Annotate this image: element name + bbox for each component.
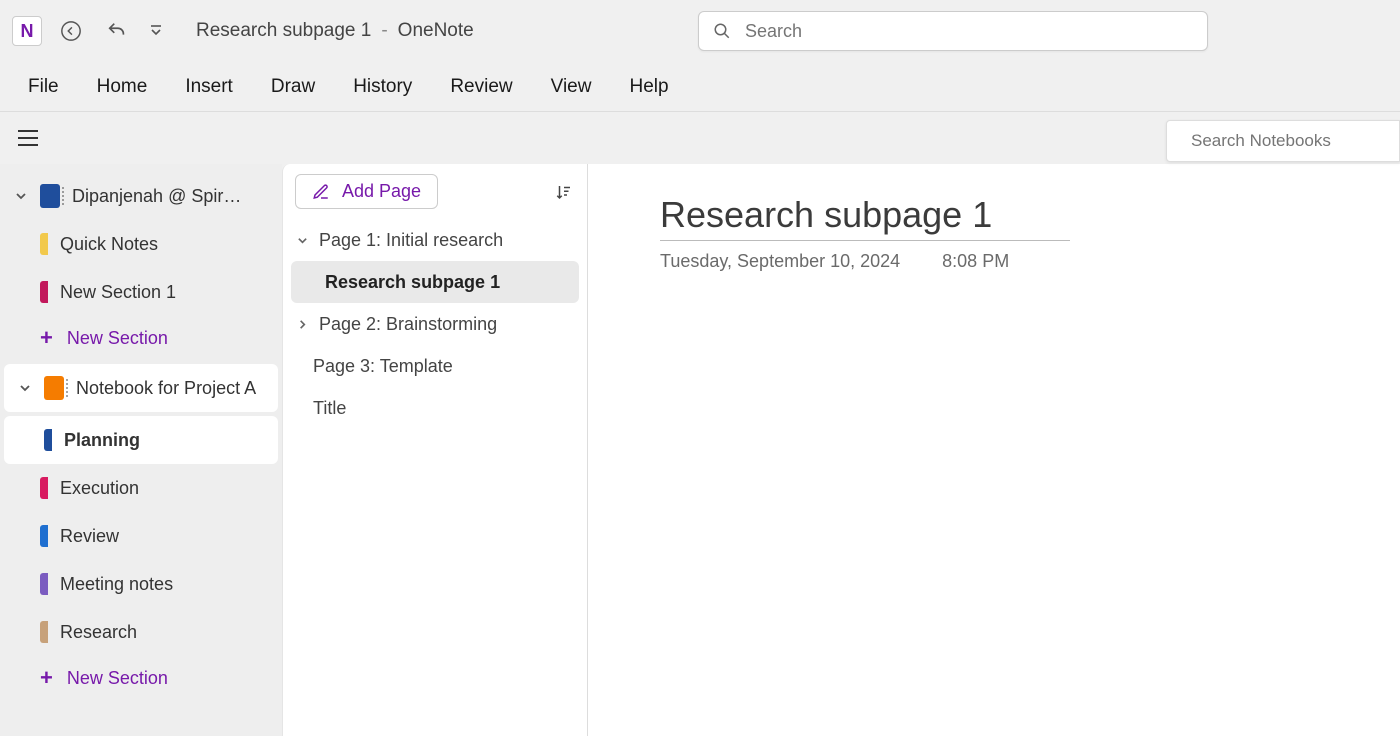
section-row-research[interactable]: Research <box>0 608 282 656</box>
new-section-label: New Section <box>67 668 168 689</box>
section-color-tab <box>44 429 52 451</box>
notebook-name: Notebook for Project A <box>76 378 256 399</box>
page-metadata: Tuesday, September 10, 2024 8:08 PM <box>660 251 1400 272</box>
title-bar: N Research subpage 1 - OneNote <box>0 0 1400 62</box>
section-name: Quick Notes <box>60 234 158 255</box>
app-name: OneNote <box>398 20 474 42</box>
section-name: Research <box>60 622 137 643</box>
page-label: Title <box>313 398 346 419</box>
page-list-panel: Add Page Page 1: Initial research Resear… <box>282 164 588 736</box>
main-area: Dipanjenah @ Spiral... Quick Notes New S… <box>0 164 1400 736</box>
section-row-execution[interactable]: Execution <box>0 464 282 512</box>
search-notebooks-box[interactable] <box>1166 120 1400 162</box>
chevron-right-icon <box>297 319 311 330</box>
document-title: Research subpage 1 <box>196 20 371 42</box>
section-color-tab <box>40 477 48 499</box>
page-label: Research subpage 1 <box>325 272 500 293</box>
edit-icon <box>312 183 330 201</box>
notebook-row[interactable]: Notebook for Project A <box>4 364 278 412</box>
title-separator: - <box>381 20 387 42</box>
customize-quick-access-button[interactable] <box>146 14 166 48</box>
undo-icon <box>106 20 128 42</box>
section-name: Planning <box>64 430 140 451</box>
section-color-tab <box>40 573 48 595</box>
page-item[interactable]: Page 3: Template <box>291 345 579 387</box>
section-name: Review <box>60 526 119 547</box>
arrow-left-icon <box>60 20 82 42</box>
notebook-icon <box>44 376 64 400</box>
section-row-meeting-notes[interactable]: Meeting notes <box>0 560 282 608</box>
ribbon-tab-insert[interactable]: Insert <box>185 76 233 98</box>
window-title: Research subpage 1 - OneNote <box>196 20 474 42</box>
ribbon-tab-review[interactable]: Review <box>450 76 512 98</box>
plus-icon: + <box>40 325 53 351</box>
notebook-row[interactable]: Dipanjenah @ Spiral... <box>0 172 282 220</box>
add-page-button[interactable]: Add Page <box>295 174 438 209</box>
page-item[interactable]: Page 1: Initial research <box>291 219 579 261</box>
section-color-tab <box>40 525 48 547</box>
section-row-quick-notes[interactable]: Quick Notes <box>0 220 282 268</box>
app-icon: N <box>12 16 42 46</box>
section-row-planning[interactable]: Planning <box>4 416 278 464</box>
sort-icon <box>555 183 573 201</box>
section-name: Execution <box>60 478 139 499</box>
page-item[interactable]: Research subpage 1 <box>291 261 579 303</box>
ribbon-tab-file[interactable]: File <box>28 76 59 98</box>
section-name: New Section 1 <box>60 282 176 303</box>
notebook-sidebar: Dipanjenah @ Spiral... Quick Notes New S… <box>0 164 282 736</box>
page-label: Page 2: Brainstorming <box>319 314 497 335</box>
search-notebooks-input[interactable] <box>1191 131 1400 151</box>
page-label: Page 3: Template <box>313 356 453 377</box>
ribbon-tab-home[interactable]: Home <box>97 76 148 98</box>
section-color-tab <box>40 233 48 255</box>
ribbon-tab-view[interactable]: View <box>551 76 592 98</box>
section-color-tab <box>40 621 48 643</box>
page-title[interactable]: Research subpage 1 <box>660 194 1070 241</box>
global-search-box[interactable] <box>698 11 1208 51</box>
undo-button[interactable] <box>100 14 134 48</box>
section-color-tab <box>40 281 48 303</box>
sub-toolbar <box>0 112 1400 164</box>
hamburger-icon <box>18 130 38 132</box>
notebook-name: Dipanjenah @ Spiral... <box>72 186 242 207</box>
back-button[interactable] <box>54 14 88 48</box>
page-label: Page 1: Initial research <box>319 230 503 251</box>
add-page-label: Add Page <box>342 181 421 202</box>
page-editor[interactable]: Research subpage 1 Tuesday, September 10… <box>588 164 1400 736</box>
page-time: 8:08 PM <box>942 251 1009 272</box>
chevron-down-icon <box>14 190 28 202</box>
chevron-down-icon <box>18 382 32 394</box>
section-name: Meeting notes <box>60 574 173 595</box>
sort-pages-button[interactable] <box>555 183 573 201</box>
plus-icon: + <box>40 665 53 691</box>
global-search-input[interactable] <box>745 21 1193 42</box>
page-item[interactable]: Page 2: Brainstorming <box>291 303 579 345</box>
new-section-button[interactable]: + New Section <box>0 656 282 700</box>
ribbon-tab-help[interactable]: Help <box>629 76 668 98</box>
search-icon <box>713 22 731 40</box>
page-date: Tuesday, September 10, 2024 <box>660 251 900 272</box>
new-section-button[interactable]: + New Section <box>0 316 282 360</box>
chevron-down-bar-icon <box>150 24 162 38</box>
ribbon-tab-draw[interactable]: Draw <box>271 76 315 98</box>
chevron-down-icon <box>297 235 311 246</box>
notebook-icon <box>40 184 60 208</box>
section-row-review[interactable]: Review <box>0 512 282 560</box>
new-section-label: New Section <box>67 328 168 349</box>
ribbon-tab-history[interactable]: History <box>353 76 412 98</box>
page-item[interactable]: Title <box>291 387 579 429</box>
section-row-new-section-1[interactable]: New Section 1 <box>0 268 282 316</box>
ribbon: File Home Insert Draw History Review Vie… <box>0 62 1400 112</box>
navigation-toggle-button[interactable] <box>16 124 44 152</box>
